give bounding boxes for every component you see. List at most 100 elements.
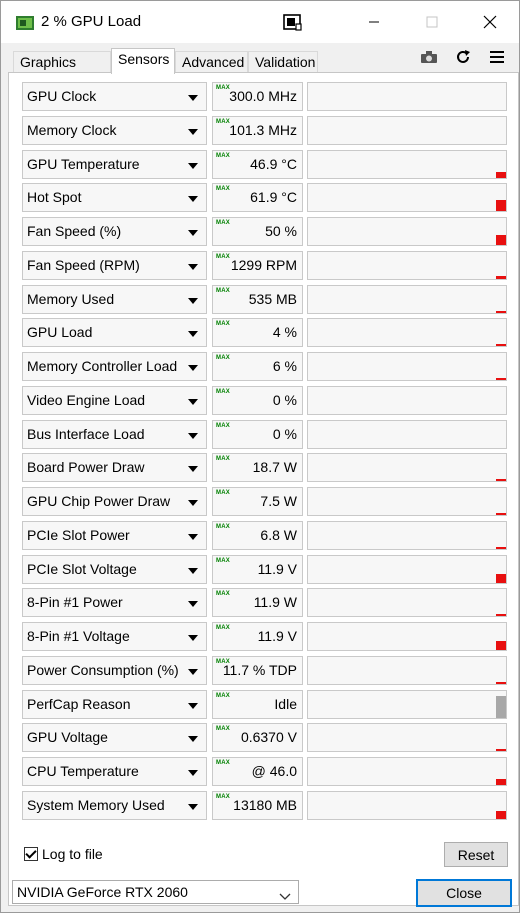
sensor-select[interactable]: PCIe Slot Voltage <box>22 555 207 584</box>
sensor-select[interactable]: Power Consumption (%) <box>22 656 207 685</box>
tab-bar: Graphics Card Sensors Advanced Validatio… <box>1 43 519 86</box>
sensor-graph <box>307 555 507 584</box>
sensor-select[interactable]: Video Engine Load <box>22 386 207 415</box>
sensor-row: Power Consumption (%) MAX 11.7 % TDP <box>22 656 515 685</box>
sensor-name: GPU Load <box>27 324 93 340</box>
tab-graphics-card[interactable]: Graphics Card <box>13 51 111 86</box>
sensor-row: Board Power Draw MAX 18.7 W <box>22 453 515 482</box>
sensor-select[interactable]: GPU Chip Power Draw <box>22 487 207 516</box>
max-indicator: MAX <box>216 220 230 226</box>
log-to-file-checkbox[interactable] <box>24 847 38 861</box>
sensor-select[interactable]: Board Power Draw <box>22 453 207 482</box>
sensor-graph <box>307 723 507 752</box>
chevron-down-icon <box>279 888 291 904</box>
sensor-name: CPU Temperature <box>27 763 139 779</box>
screenshot-tray-icon[interactable] <box>282 12 302 35</box>
camera-icon[interactable] <box>419 49 439 65</box>
close-button[interactable]: Close <box>416 879 512 907</box>
sensors-panel: GPU Clock MAX 300.0 MHz Memory Clock MAX 101.… <box>8 72 519 906</box>
sensor-name: Power Consumption (%) <box>27 662 179 678</box>
sensor-value-box: MAX 11.9 W <box>212 588 303 617</box>
sensor-value-box: MAX 61.9 °C <box>212 183 303 212</box>
sensor-graph <box>307 656 507 685</box>
sensor-graph-bar <box>496 235 506 245</box>
dropdown-arrow-icon <box>188 568 198 574</box>
sensor-name: Hot Spot <box>27 189 82 205</box>
sensor-select[interactable]: GPU Voltage <box>22 723 207 752</box>
dropdown-arrow-icon <box>188 703 198 709</box>
dropdown-arrow-icon <box>188 635 198 641</box>
sensor-row: Bus Interface Load MAX 0 % <box>22 420 515 449</box>
log-to-file-option[interactable]: Log to file <box>24 846 103 862</box>
sensor-select[interactable]: PCIe Slot Power <box>22 521 207 550</box>
sensor-value: 0 % <box>272 392 297 408</box>
reset-button[interactable]: Reset <box>444 842 508 867</box>
max-indicator: MAX <box>216 558 230 564</box>
sensor-graph <box>307 352 507 381</box>
close-icon <box>483 15 497 29</box>
sensor-select[interactable]: System Memory Used <box>22 791 207 820</box>
sensor-name: Fan Speed (%) <box>27 223 122 239</box>
sensor-select[interactable]: PerfCap Reason <box>22 690 207 719</box>
minimize-button[interactable] <box>345 1 403 43</box>
sensor-select[interactable]: Bus Interface Load <box>22 420 207 449</box>
max-indicator: MAX <box>216 153 230 159</box>
max-indicator: MAX <box>216 288 230 294</box>
sensor-select[interactable]: Fan Speed (%) <box>22 217 207 246</box>
sensor-select[interactable]: Memory Controller Load <box>22 352 207 381</box>
sensor-graph <box>307 690 507 719</box>
max-indicator: MAX <box>216 119 230 125</box>
sensor-row: PerfCap Reason MAX Idle <box>22 690 515 719</box>
sensor-value: 4 % <box>272 324 297 340</box>
dropdown-arrow-icon <box>188 331 198 337</box>
sensor-select[interactable]: Fan Speed (RPM) <box>22 251 207 280</box>
sensor-select[interactable]: Hot Spot <box>22 183 207 212</box>
sensor-graph <box>307 757 507 786</box>
sensor-select[interactable]: GPU Clock <box>22 82 207 111</box>
close-window-button[interactable] <box>461 1 519 43</box>
sensor-select[interactable]: Memory Clock <box>22 116 207 145</box>
gpu-select-dropdown[interactable]: NVIDIA GeForce RTX 2060 <box>12 880 299 904</box>
tab-advanced[interactable]: Advanced <box>175 51 248 73</box>
menu-icon[interactable] <box>487 49 507 65</box>
sensor-select[interactable]: GPU Temperature <box>22 150 207 179</box>
title-bar: 2 % GPU Load <box>1 1 519 43</box>
sensor-select[interactable]: Memory Used <box>22 285 207 314</box>
dropdown-arrow-icon <box>188 500 198 506</box>
sensor-graph <box>307 318 507 347</box>
sensor-graph <box>307 453 507 482</box>
refresh-icon[interactable] <box>453 49 473 65</box>
sensor-row: GPU Temperature MAX 46.9 °C <box>22 150 515 179</box>
sensor-row: GPU Chip Power Draw MAX 7.5 W <box>22 487 515 516</box>
tab-sensors[interactable]: Sensors <box>111 48 175 74</box>
dropdown-arrow-icon <box>188 770 198 776</box>
sensor-row: Memory Controller Load MAX 6 % <box>22 352 515 381</box>
sensor-value-box: MAX 11.9 V <box>212 622 303 651</box>
sensor-value: 300.0 MHz <box>229 88 297 104</box>
sensor-value: 0 % <box>272 426 297 442</box>
sensor-row: CPU Temperature MAX @ 46.0 <box>22 757 515 786</box>
maximize-button[interactable] <box>403 1 461 43</box>
sensor-value: 101.3 MHz <box>229 122 297 138</box>
max-indicator: MAX <box>216 490 230 496</box>
max-indicator: MAX <box>216 591 230 597</box>
max-indicator: MAX <box>216 693 230 699</box>
sensor-name: Board Power Draw <box>27 459 145 475</box>
sensor-graph-bar <box>496 276 506 279</box>
sensor-select[interactable]: GPU Load <box>22 318 207 347</box>
sensor-name: Fan Speed (RPM) <box>27 257 140 273</box>
sensor-value-box: MAX 101.3 MHz <box>212 116 303 145</box>
sensor-select[interactable]: 8-Pin #1 Voltage <box>22 622 207 651</box>
dropdown-arrow-icon <box>188 264 198 270</box>
sensor-select[interactable]: CPU Temperature <box>22 757 207 786</box>
sensor-graph <box>307 217 507 246</box>
sensor-value-box: MAX 300.0 MHz <box>212 82 303 111</box>
dropdown-arrow-icon <box>188 365 198 371</box>
sensor-graph-bar <box>496 513 506 515</box>
sensor-row: Memory Used MAX 535 MB <box>22 285 515 314</box>
sensor-value: 11.9 V <box>257 561 297 577</box>
sensor-select[interactable]: 8-Pin #1 Power <box>22 588 207 617</box>
tab-validation[interactable]: Validation <box>248 51 318 73</box>
sensor-graph-bar <box>496 344 506 346</box>
gpu-z-window: 2 % GPU Load Graphics Card Sensors Advan… <box>0 0 520 913</box>
